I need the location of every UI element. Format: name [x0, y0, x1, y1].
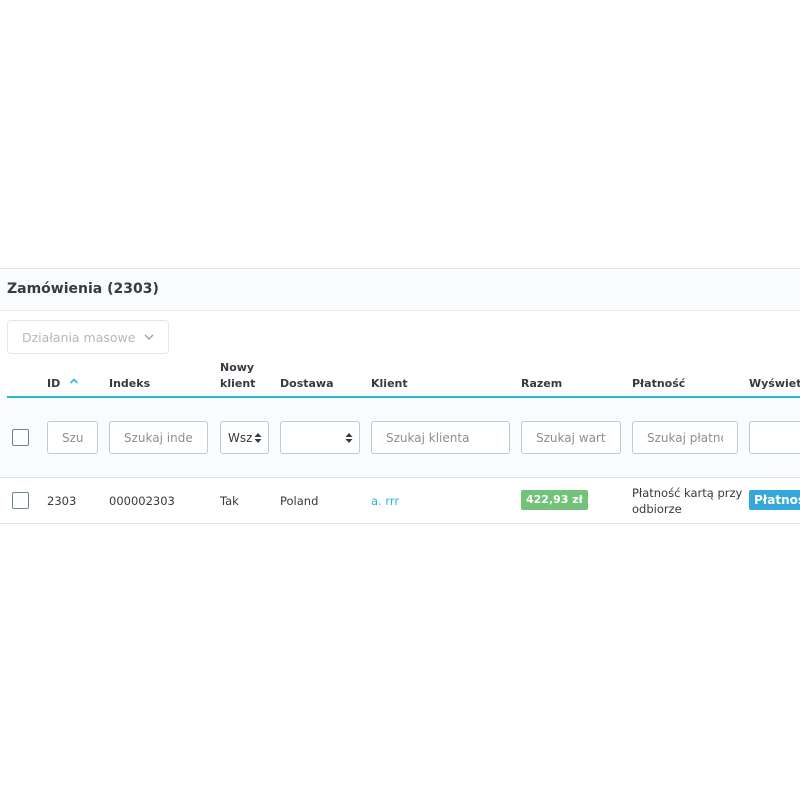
sort-asc-icon[interactable] — [69, 377, 79, 385]
filter-client-input[interactable] — [371, 421, 510, 454]
order-id: 2303 — [47, 494, 77, 508]
page-title: Zamówienia (2303) — [7, 281, 159, 297]
filter-new-client-select[interactable]: Wszystkie — [220, 421, 269, 454]
column-header-id[interactable]: ID — [47, 376, 60, 391]
column-header-delivery[interactable]: Dostawa — [280, 376, 334, 391]
order-payment-line1: Płatność kartą przy — [632, 486, 743, 500]
column-header-client[interactable]: Klient — [371, 376, 408, 391]
panel-header: Zamówienia (2303) — [0, 269, 800, 311]
order-delivery: Poland — [280, 494, 319, 508]
column-header-total[interactable]: Razem — [521, 376, 562, 391]
column-header-display[interactable]: Wyświetla — [749, 376, 800, 391]
column-header-payment[interactable]: Płatność — [632, 376, 685, 391]
select-arrows-icon — [254, 433, 262, 443]
column-header-new-client-line2[interactable]: klient — [220, 376, 255, 391]
bulk-actions-label: Działania masowe — [22, 329, 136, 345]
filter-index-input[interactable] — [109, 421, 208, 454]
order-payment-line2: odbiorze — [632, 502, 682, 516]
filter-id-input[interactable] — [47, 421, 98, 454]
column-header-new-client-line1[interactable]: Nowy — [220, 360, 254, 375]
chevron-down-icon — [144, 334, 154, 340]
row-checkbox[interactable] — [12, 492, 29, 509]
order-status-badge[interactable]: Płatność — [749, 490, 800, 510]
order-total-badge: 422,93 zł — [521, 490, 588, 510]
filter-delivery-select[interactable] — [280, 421, 360, 454]
filter-row: Wszystkie — [0, 398, 800, 478]
filter-total-input[interactable] — [521, 421, 621, 454]
bulk-actions-button[interactable]: Działania masowe — [7, 320, 169, 354]
order-client-link[interactable]: a. rrr — [371, 493, 399, 509]
select-arrows-icon — [345, 433, 353, 443]
order-new-client: Tak — [220, 494, 239, 508]
column-header-index[interactable]: Indeks — [109, 376, 150, 391]
filter-new-client-value: Wszystkie — [228, 430, 252, 445]
filter-payment-input[interactable] — [632, 421, 738, 454]
filter-display-input[interactable] — [749, 421, 800, 454]
order-index: 000002303 — [109, 494, 175, 508]
orders-panel: Zamówienia (2303) Działania masowe ID In… — [0, 268, 800, 524]
select-all-checkbox[interactable] — [12, 429, 29, 446]
